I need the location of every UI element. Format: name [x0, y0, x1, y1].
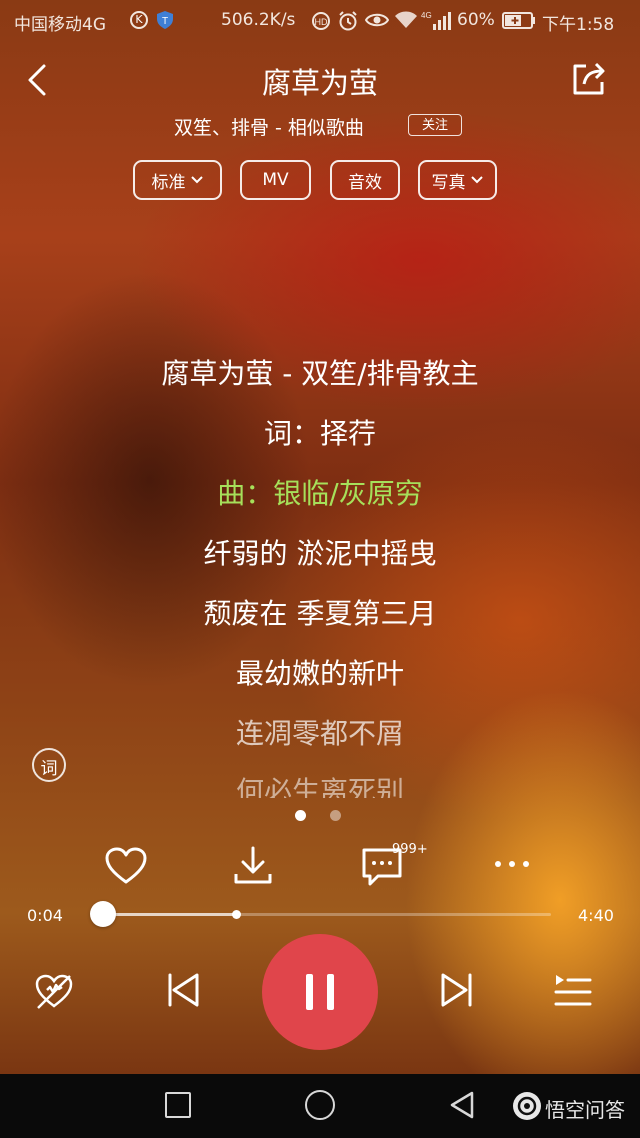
- recents-button[interactable]: [165, 1092, 191, 1118]
- shield-icon: T: [156, 10, 174, 30]
- progress-track[interactable]: [95, 910, 551, 919]
- watermark-text: 悟空问答: [545, 1098, 625, 1122]
- total-time: 4:40: [578, 906, 614, 925]
- pause-icon: [306, 974, 334, 1010]
- network-speed: 506.2K/s: [221, 10, 296, 30]
- battery-percent: 60%: [457, 10, 495, 30]
- lyric-line: 连凋零都不屑: [235, 717, 404, 750]
- clock: 下午1:58: [542, 15, 615, 35]
- share-icon: [573, 62, 605, 95]
- mv-chip[interactable]: MV: [240, 160, 311, 200]
- next-button[interactable]: [437, 970, 477, 1010]
- play-mode-button[interactable]: [32, 970, 76, 1012]
- pager-dot-active: [295, 810, 306, 821]
- back-nav-button[interactable]: [448, 1090, 476, 1120]
- skip-next-icon: [441, 973, 472, 1007]
- quality-chip[interactable]: 标准: [133, 160, 222, 200]
- download-icon: [234, 846, 272, 884]
- alarm-icon: [337, 10, 359, 32]
- more-horizontal-icon: [495, 861, 529, 867]
- heart-mode-icon: [35, 974, 73, 1009]
- svg-text:T: T: [162, 16, 168, 27]
- progress-buffered: [95, 913, 237, 916]
- like-button[interactable]: [104, 846, 148, 886]
- home-button[interactable]: [305, 1090, 335, 1120]
- portrait-chip[interactable]: 写真: [418, 160, 497, 200]
- lyric-line: 腐草为萤 - 双笙/排骨教主: [161, 357, 479, 390]
- lyric-line: 纤弱的 淤泥中摇曳: [203, 537, 437, 570]
- mv-chip-label: MV: [262, 170, 289, 190]
- quality-chip-label: 标准: [151, 172, 186, 193]
- k-icon: K: [130, 11, 148, 29]
- chevron-down-icon: [470, 176, 483, 184]
- portrait-chip-label: 写真: [431, 172, 466, 193]
- lyric-line: 颓废在 季夏第三月: [203, 597, 437, 630]
- comment-count-badge: 999+: [392, 842, 428, 857]
- hd-call-icon: HD: [311, 11, 331, 31]
- battery-charging-icon: [502, 12, 536, 29]
- triangle-back-icon: [450, 1091, 474, 1119]
- follow-button[interactable]: 关注: [408, 114, 462, 136]
- sound-effect-chip[interactable]: 音效: [330, 160, 400, 200]
- svg-text:4G: 4G: [421, 11, 432, 20]
- lyric-mode-label: 词: [40, 759, 58, 779]
- share-button[interactable]: [570, 60, 608, 98]
- lyric-line: 何必生离死别: [235, 775, 404, 798]
- previous-button[interactable]: [163, 970, 203, 1010]
- more-button[interactable]: [490, 854, 534, 874]
- artist-similar-songs-link[interactable]: 双笙、排骨 - 相似歌曲: [174, 113, 364, 140]
- pager-dot: [330, 810, 341, 821]
- lyric-line-active: 曲：银临/灰原穷: [217, 477, 423, 510]
- chevron-down-icon: [190, 176, 203, 184]
- progress-thumb[interactable]: [89, 901, 116, 927]
- playlist-icon: [554, 975, 592, 1006]
- wifi-icon: [394, 11, 418, 29]
- eye-icon: [364, 12, 390, 28]
- current-time: 0:04: [27, 906, 63, 925]
- heart-icon: [105, 847, 147, 884]
- song-title: 腐草为萤: [261, 66, 378, 100]
- playlist-button[interactable]: [552, 972, 594, 1010]
- wukong-logo-icon: [513, 1092, 541, 1120]
- signal-4g-icon: 4G: [421, 9, 453, 31]
- sound-effect-chip-label: 音效: [348, 172, 382, 193]
- pause-button[interactable]: [262, 934, 378, 1050]
- skip-previous-icon: [168, 973, 199, 1007]
- lyric-line: 词：择荇: [263, 417, 376, 450]
- lyric-line: 最幼嫩的新叶: [235, 657, 404, 690]
- download-button[interactable]: [232, 844, 274, 886]
- carrier-label: 中国移动4G: [14, 15, 106, 35]
- lyric-mode-button[interactable]: 词: [32, 748, 66, 782]
- svg-text:HD: HD: [315, 17, 328, 27]
